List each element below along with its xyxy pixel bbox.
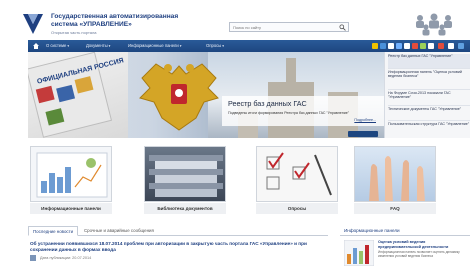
site-title-line2: система «УПРАВЛЕНИЕ»	[51, 20, 132, 28]
info-panels-header[interactable]: Информационные панели	[340, 226, 470, 236]
site-title-line1: Государственная автоматизированная	[51, 13, 179, 20]
main-nav: О системе Документы Информационные панел…	[28, 40, 470, 52]
nav-toolbar	[372, 42, 468, 50]
social-icon-1[interactable]	[380, 43, 386, 49]
official-russia-book: ОФИЦИАЛЬНАЯ РОССИЯ	[28, 52, 128, 138]
raised-hands-icon	[369, 156, 425, 201]
nav-item-about[interactable]: О системе	[46, 43, 69, 48]
tile-caption: Информационные панели	[30, 203, 112, 214]
tab-latest-news[interactable]: Последние новости	[28, 226, 79, 236]
social-icon-5[interactable]	[412, 43, 418, 49]
nav-item-info-panels[interactable]: Информационные панели	[128, 43, 181, 48]
tile-polls[interactable]: Опросы	[256, 146, 338, 214]
accessibility-icon[interactable]	[428, 43, 434, 49]
info-panel-description: Информационная панель позволяет оценить …	[378, 250, 460, 258]
page: Государственная автоматизированная систе…	[0, 0, 472, 279]
tile-caption: FAQ	[354, 203, 436, 214]
social-icon-2[interactable]	[388, 43, 394, 49]
slider-news-item[interactable]: Технические документы ГАС "Управление"	[388, 107, 470, 121]
info-panels-image	[30, 146, 112, 202]
calendar-icon	[30, 255, 36, 261]
slider-news-item[interactable]: Информационная панель "Оценка условий ве…	[388, 70, 470, 90]
tile-caption: Опросы	[256, 203, 338, 214]
info-panel-title[interactable]: Оценка условий ведения предпринимательск…	[378, 240, 468, 249]
checkbox-icon	[266, 152, 332, 196]
banner-caption: Реестр баз данных ГАС Подведены итоги фо…	[222, 96, 384, 126]
print-icon[interactable]	[448, 43, 454, 49]
slider-news-item[interactable]: Реестр баз данных ГАС "Управление"	[388, 54, 470, 69]
banner-title[interactable]: Реестр баз данных ГАС	[228, 99, 307, 108]
nav-item-polls[interactable]: Опросы	[206, 43, 224, 48]
banner-subtitle: Подведены итоги формирования Реестра баз…	[228, 111, 350, 115]
slider-news-list: Реестр баз данных ГАС "Управление" Инфор…	[384, 52, 470, 138]
tile-info-panels[interactable]: Информационные панели	[30, 146, 112, 214]
info-panels-box: Информационные панели Оценка условий вед…	[340, 224, 470, 279]
news-date: Дата публикации: 20.07.2014	[40, 256, 92, 260]
search-icon[interactable]	[339, 24, 346, 31]
gas-logo[interactable]	[22, 12, 44, 36]
slider-news-item[interactable]: Пользовательская структура ГАС "Управлен…	[388, 122, 470, 137]
slider-pager[interactable]	[348, 131, 378, 137]
search-box[interactable]	[229, 22, 349, 32]
books-icon	[149, 155, 223, 197]
social-icon-7[interactable]	[438, 43, 444, 49]
search-input[interactable]	[230, 23, 334, 31]
banner-slider[interactable]: ОФИЦИАЛЬНАЯ РОССИЯ Реестр баз данных ГАС…	[28, 52, 384, 138]
tile-library[interactable]: Библиотека документов	[144, 146, 226, 214]
polls-image	[256, 146, 338, 202]
slider-news-item[interactable]: На Форуме Сочи-2013 показали ГАС "Управл…	[388, 91, 470, 106]
faq-image	[354, 146, 436, 202]
mail-icon[interactable]	[458, 43, 464, 49]
nav-item-documents[interactable]: Документы	[86, 43, 110, 48]
social-icon-3[interactable]	[396, 43, 402, 49]
rss-icon[interactable]	[372, 43, 378, 49]
banner-more-link[interactable]: Подробнее...	[354, 118, 376, 122]
home-icon[interactable]	[32, 42, 40, 50]
site-subtitle: Открытая часть портала	[51, 30, 97, 35]
social-icon-4[interactable]	[404, 43, 410, 49]
users-icon[interactable]	[412, 12, 460, 36]
news-headline[interactable]: Об устранении появившихся 18.07.2014 про…	[30, 241, 326, 253]
dashboard-chart-icon	[36, 152, 108, 198]
news-tabs: Последние новости Срочные и аварийные со…	[28, 224, 328, 236]
library-image	[144, 146, 226, 202]
tile-caption: Библиотека документов	[144, 203, 226, 214]
site-title[interactable]: Государственная автоматизированная систе…	[51, 13, 201, 28]
tab-urgent-messages[interactable]: Срочные и аварийные сообщения	[80, 226, 158, 236]
coat-of-arms-icon	[139, 63, 219, 131]
tile-faq[interactable]: FAQ	[354, 146, 436, 214]
bar-chart-icon[interactable]	[344, 240, 374, 266]
social-icon-6[interactable]	[420, 43, 426, 49]
